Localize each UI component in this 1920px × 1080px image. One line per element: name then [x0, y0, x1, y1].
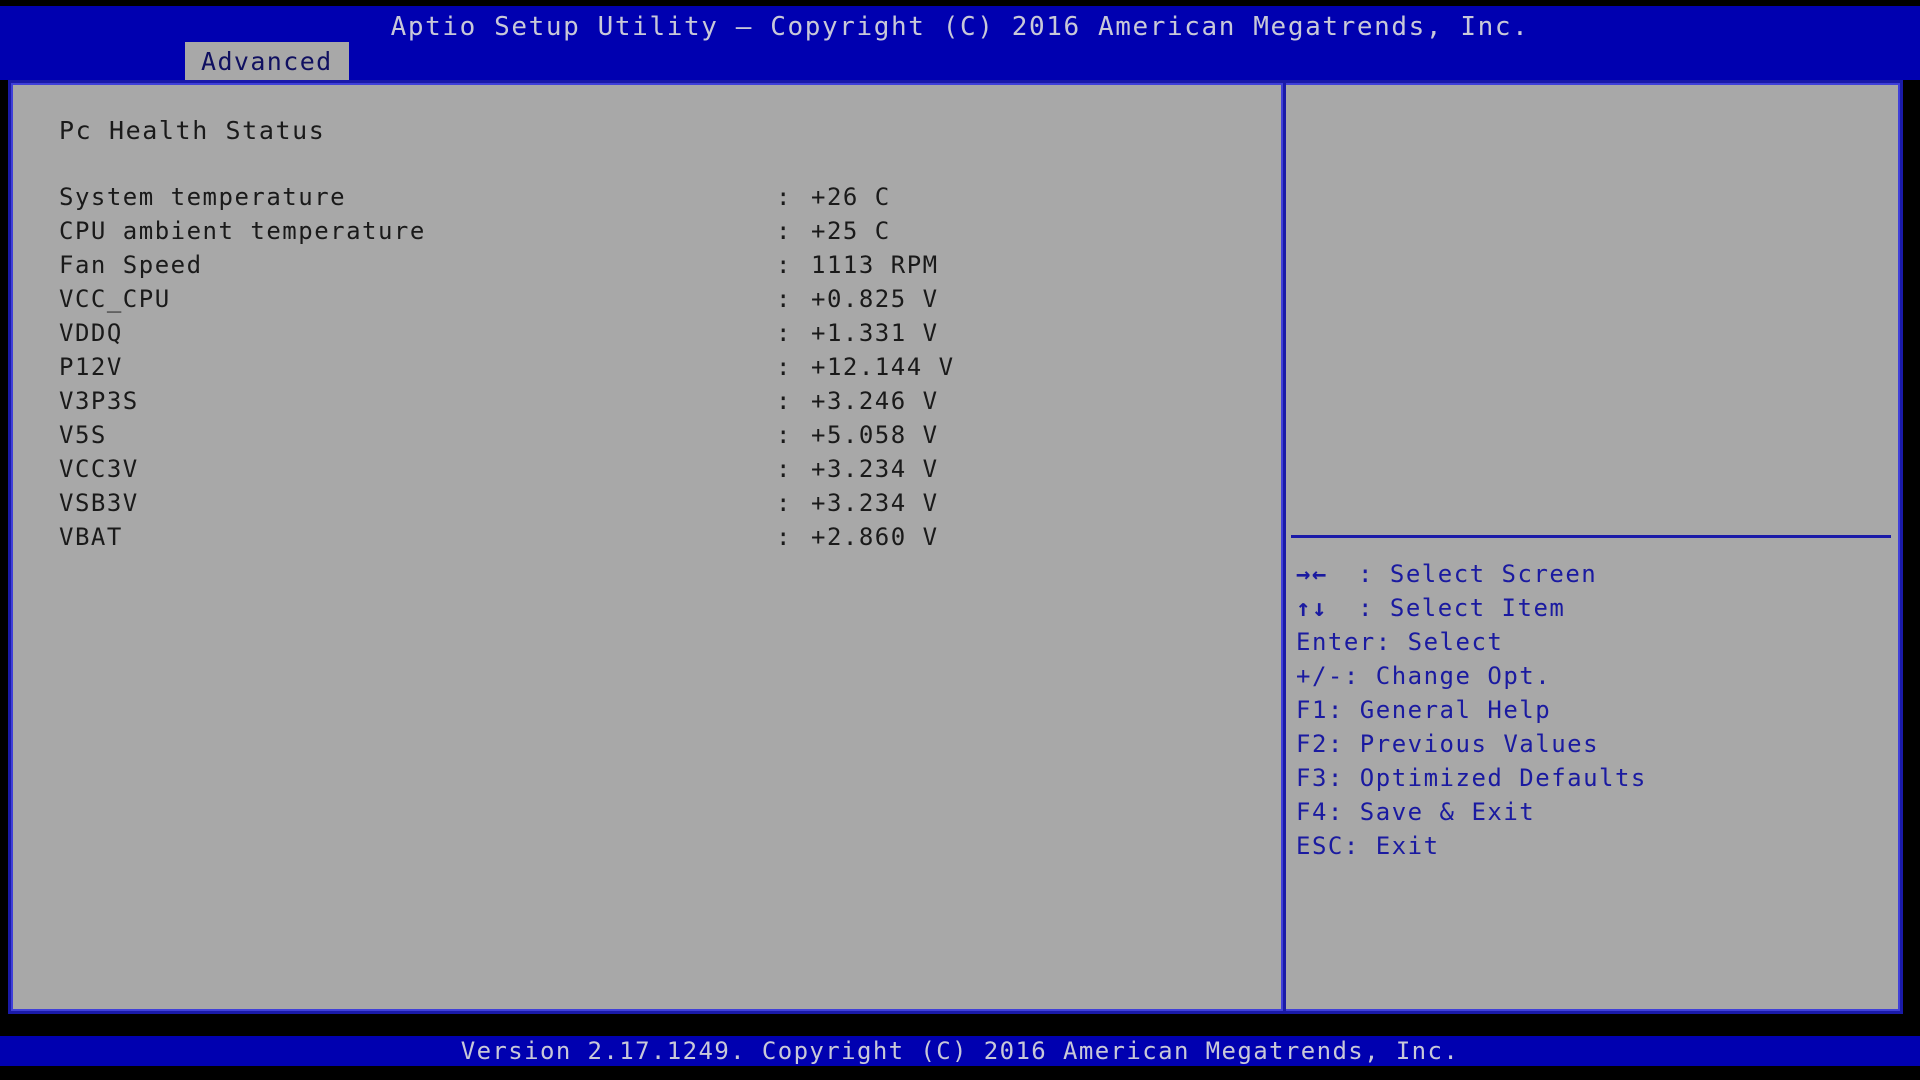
help-legend-text: : Select Item	[1358, 594, 1565, 622]
table-row[interactable]: System temperature: +26 C	[11, 183, 1281, 217]
sensor-value: +1.331 V	[811, 319, 939, 347]
sensor-label: VBAT	[59, 523, 123, 551]
separator-colon: :	[776, 319, 790, 347]
table-row[interactable]: P12V: +12.144 V	[11, 353, 1281, 387]
help-legend-text: +/-: Change Opt.	[1296, 662, 1551, 690]
help-legend-item: F3: Optimized Defaults	[1286, 764, 1900, 798]
separator-colon: :	[776, 353, 790, 381]
help-separator-rule	[1291, 535, 1891, 538]
help-legend-text: Enter: Select	[1296, 628, 1503, 656]
separator-colon: :	[776, 217, 790, 245]
table-row[interactable]: VSB3V: +3.234 V	[11, 489, 1281, 523]
sensor-value: +25 C	[811, 217, 891, 245]
separator-colon: :	[776, 387, 790, 415]
separator-colon: :	[776, 523, 790, 551]
help-legend-text: F3: Optimized Defaults	[1296, 764, 1647, 792]
separator-colon: :	[776, 455, 790, 483]
arrow-keys-icon: ↑↓	[1296, 594, 1328, 622]
menu-tab-bar: Advanced	[0, 42, 1920, 80]
sensor-value: +3.246 V	[811, 387, 939, 415]
separator-colon: :	[776, 183, 790, 211]
help-legend-text: ESC: Exit	[1296, 832, 1440, 860]
sensor-value: 1113 RPM	[811, 251, 939, 279]
bios-setup-screen: Aptio Setup Utility – Copyright (C) 2016…	[0, 0, 1920, 1080]
help-legend-text: F1: General Help	[1296, 696, 1551, 724]
sensor-value: +5.058 V	[811, 421, 939, 449]
table-row[interactable]: V5S: +5.058 V	[11, 421, 1281, 455]
help-legend-text: F4: Save & Exit	[1296, 798, 1535, 826]
sensor-label: VSB3V	[59, 489, 139, 517]
help-legend-item: F1: General Help	[1286, 696, 1900, 730]
sensor-value: +3.234 V	[811, 455, 939, 483]
sensor-label: CPU ambient temperature	[59, 217, 426, 245]
sensor-label: P12V	[59, 353, 123, 381]
help-legend-item: →← : Select Screen	[1286, 560, 1900, 594]
help-legend-item: ESC: Exit	[1286, 832, 1900, 866]
sensor-label: Fan Speed	[59, 251, 203, 279]
help-legend-item: +/-: Change Opt.	[1286, 662, 1900, 696]
settings-pane: Pc Health Status System temperature: +26 …	[11, 83, 1281, 1011]
key-legend-list: →← : Select Screen ↑↓ : Select Item Enter: S…	[1286, 560, 1900, 866]
sensor-label: V3P3S	[59, 387, 139, 415]
separator-colon: :	[776, 421, 790, 449]
help-legend-text: F2: Previous Values	[1296, 730, 1599, 758]
tab-advanced[interactable]: Advanced	[185, 42, 349, 80]
help-legend-item: Enter: Select	[1286, 628, 1900, 662]
help-legend-item: F2: Previous Values	[1286, 730, 1900, 764]
sensor-label: V5S	[59, 421, 107, 449]
page-title: Aptio Setup Utility – Copyright (C) 2016…	[0, 12, 1920, 42]
separator-colon: :	[776, 285, 790, 313]
table-row[interactable]: VCC_CPU: +0.825 V	[11, 285, 1281, 319]
sensor-label: VCC3V	[59, 455, 139, 483]
separator-colon: :	[776, 489, 790, 517]
table-row[interactable]: V3P3S: +3.246 V	[11, 387, 1281, 421]
sensor-value: +3.234 V	[811, 489, 939, 517]
table-row[interactable]: Fan Speed:1113 RPM	[11, 251, 1281, 285]
separator-colon: :	[776, 251, 790, 279]
table-row[interactable]: VCC3V: +3.234 V	[11, 455, 1281, 489]
sensor-label: VCC_CPU	[59, 285, 171, 313]
sensor-value: +0.825 V	[811, 285, 939, 313]
table-row[interactable]: CPU ambient temperature: +25 C	[11, 217, 1281, 251]
section-heading: Pc Health Status	[59, 116, 325, 145]
help-legend-item: ↑↓ : Select Item	[1286, 594, 1900, 628]
help-legend-item: F4: Save & Exit	[1286, 798, 1900, 832]
sensor-value: +26 C	[811, 183, 891, 211]
sensor-label: System temperature	[59, 183, 346, 211]
table-row[interactable]: VBAT: +2.860 V	[11, 523, 1281, 557]
table-row[interactable]: VDDQ: +1.331 V	[11, 319, 1281, 353]
sensor-value: +12.144 V	[811, 353, 955, 381]
arrow-keys-icon: →←	[1296, 560, 1328, 588]
status-bar: Version 2.17.1249. Copyright (C) 2016 Am…	[0, 1036, 1920, 1066]
help-pane: →← : Select Screen ↑↓ : Select Item Enter: S…	[1286, 83, 1900, 1011]
health-status-list: System temperature: +26 C CPU ambient temp…	[11, 183, 1281, 557]
sensor-value: +2.860 V	[811, 523, 939, 551]
version-text: Version 2.17.1249. Copyright (C) 2016 Am…	[0, 1037, 1920, 1065]
content-frame: Pc Health Status System temperature: +26 …	[8, 80, 1903, 1014]
sensor-label: VDDQ	[59, 319, 123, 347]
help-legend-text: : Select Screen	[1358, 560, 1597, 588]
